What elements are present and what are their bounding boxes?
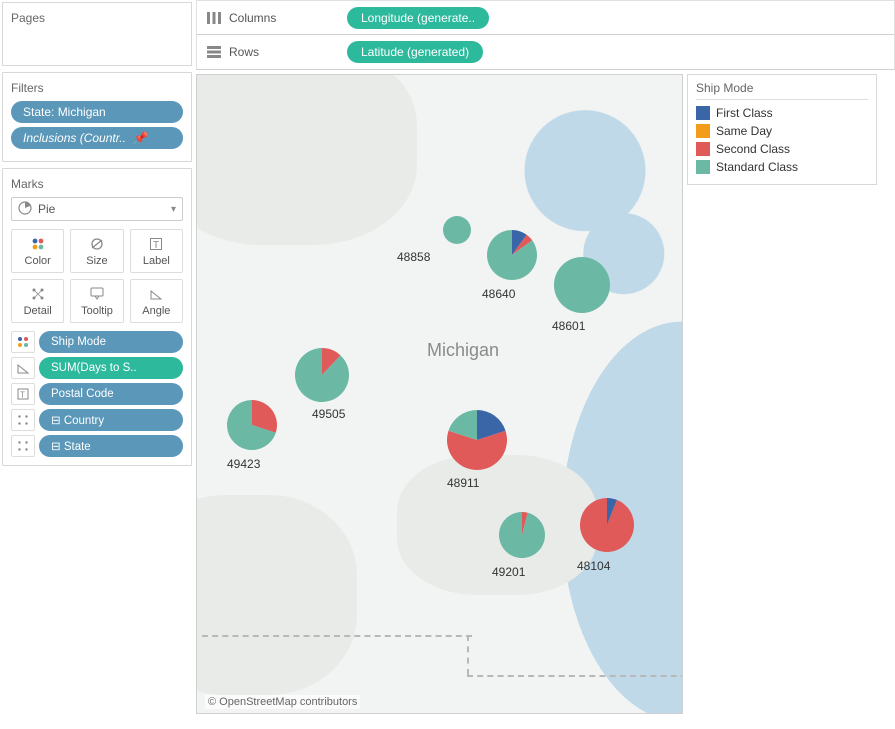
map-border [467, 635, 469, 675]
map-border [467, 675, 683, 677]
legend-title: Ship Mode [696, 81, 868, 100]
legend-item[interactable]: First Class [696, 104, 868, 122]
size-icon [89, 236, 105, 252]
legend-swatch [696, 106, 710, 120]
mark-color-label: Color [25, 255, 51, 267]
mark-row-postal[interactable]: T Postal Code [11, 383, 183, 405]
mark-pill-days[interactable]: SUM(Days to S.. [39, 357, 183, 379]
rows-icon [207, 45, 221, 59]
legend-swatch [696, 124, 710, 138]
mark-detail-label: Detail [24, 305, 52, 317]
svg-text:T: T [153, 240, 159, 251]
mark-size-label: Size [86, 255, 107, 267]
filters-shelf[interactable]: Filters State: Michigan Inclusions (Coun… [2, 72, 192, 162]
mark-label-button[interactable]: T Label [130, 229, 183, 273]
pie-label: 48104 [577, 559, 610, 573]
pie-mark[interactable]: 48858 [443, 216, 471, 247]
chevron-down-icon: ▾ [171, 204, 176, 215]
map-attribution: © OpenStreetMap contributors [205, 695, 360, 709]
pie-label: 49505 [312, 407, 345, 421]
legend-item[interactable]: Same Day [696, 122, 868, 140]
rows-shelf[interactable]: Rows Latitude (generated) [196, 35, 895, 70]
legend-label: First Class [716, 106, 773, 120]
pie-mark[interactable]: 48911 [447, 410, 507, 473]
map-border [202, 635, 472, 637]
detail-icon [11, 435, 35, 457]
legend-label: Same Day [716, 124, 772, 138]
pie-mark[interactable]: 49423 [227, 400, 277, 453]
legend-label: Standard Class [716, 160, 798, 174]
legend-label: Second Class [716, 142, 790, 156]
marks-card: Marks Pie ▾ Color [2, 168, 192, 466]
color-icon [11, 331, 35, 353]
map-land [196, 74, 417, 245]
rows-label: Rows [229, 45, 259, 59]
pie-label: 48911 [447, 476, 479, 490]
detail-icon [30, 286, 46, 302]
filter-pin-icon: 📌 [132, 131, 147, 145]
mark-tooltip-button[interactable]: Tooltip [70, 279, 123, 323]
pie-mark[interactable]: 48601 [554, 257, 610, 316]
mark-color-button[interactable]: Color [11, 229, 64, 273]
color-icon [30, 236, 46, 252]
mark-angle-button[interactable]: Angle [130, 279, 183, 323]
legend-item[interactable]: Second Class [696, 140, 868, 158]
filters-title: Filters [11, 81, 183, 95]
mark-row-country[interactable]: ⊟ Country [11, 409, 183, 431]
map-land [196, 495, 357, 695]
mark-detail-button[interactable]: Detail [11, 279, 64, 323]
columns-label: Columns [229, 11, 276, 25]
pie-icon [18, 201, 32, 218]
mark-label-label: Label [143, 255, 170, 267]
filter-pill-inclusions[interactable]: Inclusions (Countr.. 📌 [11, 127, 183, 149]
filter-pill-inclusions-label: Inclusions (Countr.. [23, 131, 126, 145]
tooltip-icon [89, 286, 105, 302]
map-visualization[interactable]: Michigan 48858 48640 48601 49505 49423 48911 4… [196, 74, 683, 714]
pie-label: 48640 [482, 287, 515, 301]
rows-pill[interactable]: Latitude (generated) [347, 41, 483, 63]
mark-pill-shipmode[interactable]: Ship Mode [39, 331, 183, 353]
pie-label: 48858 [397, 250, 430, 264]
mark-angle-label: Angle [142, 305, 170, 317]
mark-row-shipmode[interactable]: Ship Mode [11, 331, 183, 353]
mark-pill-state[interactable]: ⊟ State [39, 435, 183, 457]
label-icon: T [148, 236, 164, 252]
pie-label: 48601 [552, 319, 585, 333]
mark-type-label: Pie [38, 202, 55, 216]
mark-tooltip-label: Tooltip [81, 305, 113, 317]
pages-label: Pages [11, 11, 183, 25]
mark-pill-country[interactable]: ⊟ Country [39, 409, 183, 431]
mark-pill-postal[interactable]: Postal Code [39, 383, 183, 405]
legend-swatch [696, 160, 710, 174]
svg-text:T: T [20, 391, 25, 400]
legend-swatch [696, 142, 710, 156]
pie-mark[interactable]: 48640 [487, 230, 537, 283]
mark-row-days[interactable]: SUM(Days to S.. [11, 357, 183, 379]
angle-icon [11, 357, 35, 379]
mark-row-state[interactable]: ⊟ State [11, 435, 183, 457]
pie-label: 49423 [227, 457, 260, 471]
detail-icon [11, 409, 35, 431]
pie-mark[interactable]: 48104 [580, 498, 634, 555]
angle-icon [148, 286, 164, 302]
columns-pill[interactable]: Longitude (generate.. [347, 7, 489, 29]
state-label: Michigan [427, 340, 499, 361]
legend-card: Ship Mode First Class Same Day Second Clas… [687, 74, 877, 185]
columns-icon [207, 11, 221, 25]
label-icon: T [11, 383, 35, 405]
pie-mark[interactable]: 49505 [295, 348, 349, 405]
mark-size-button[interactable]: Size [70, 229, 123, 273]
pages-shelf[interactable]: Pages [2, 2, 192, 66]
legend-item[interactable]: Standard Class [696, 158, 868, 176]
marks-title: Marks [11, 177, 183, 191]
pie-label: 49201 [492, 565, 525, 579]
filter-pill-state[interactable]: State: Michigan [11, 101, 183, 123]
mark-type-dropdown[interactable]: Pie ▾ [11, 197, 183, 221]
pie-mark[interactable]: 49201 [499, 512, 545, 561]
columns-shelf[interactable]: Columns Longitude (generate.. [196, 0, 895, 35]
